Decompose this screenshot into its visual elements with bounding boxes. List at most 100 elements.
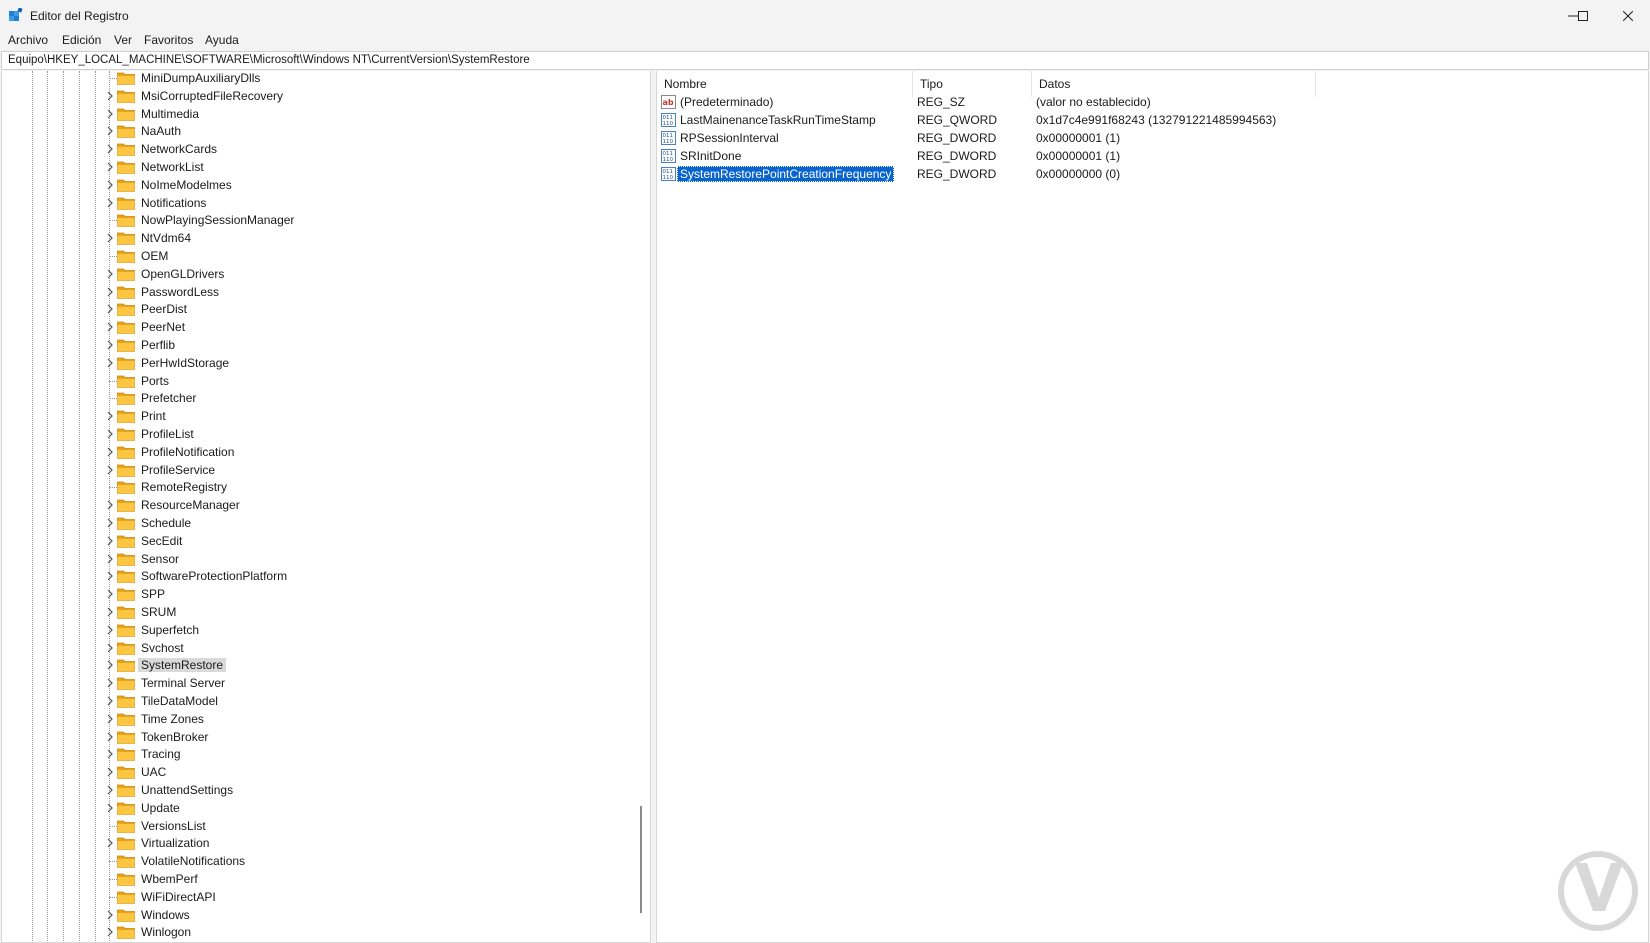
chevron-right-icon[interactable] [106,803,114,813]
tree-item-label[interactable]: WbemPerf [138,872,201,886]
tree-item[interactable]: OpenGLDrivers [2,265,642,283]
tree-item-label[interactable]: Winlogon [138,925,194,939]
chevron-right-icon[interactable] [106,162,114,172]
tree-item[interactable]: OEM [2,247,642,265]
tree-item-label[interactable]: ProfileService [138,463,218,477]
tree-item-label[interactable]: Print [138,409,169,423]
tree-item-label[interactable]: MsiCorruptedFileRecovery [138,89,286,103]
tree-item[interactable]: NetworkList [2,158,642,176]
tree-scrollbar-thumb[interactable] [640,806,642,913]
tree-item[interactable]: Update [2,799,642,817]
tree-item-label[interactable]: Svchost [138,641,187,655]
tree-item-label[interactable]: OpenGLDrivers [138,267,227,281]
tree-item-label[interactable]: Schedule [138,516,194,530]
tree-item-label[interactable]: Terminal Server [138,676,228,690]
chevron-right-icon[interactable] [106,927,114,937]
tree-item[interactable]: Schedule [2,514,642,532]
maximize-button[interactable] [1563,0,1602,31]
tree-item[interactable]: PasswordLess [2,283,642,301]
tree-item-label[interactable]: Notifications [138,196,209,210]
tree-item[interactable]: Perflib [2,336,642,354]
chevron-right-icon[interactable] [106,91,114,101]
tree-item[interactable]: NaAuth [2,122,642,140]
tree-item[interactable]: Ports [2,372,642,390]
tree-item[interactable]: MsiCorruptedFileRecovery [2,87,642,105]
tree-item-label[interactable]: SRUM [138,605,179,619]
tree-item[interactable]: Winlogon [2,923,642,941]
tree-item-label[interactable]: NaAuth [138,124,184,138]
chevron-right-icon[interactable] [106,180,114,190]
tree-item[interactable]: TokenBroker [2,728,642,746]
chevron-right-icon[interactable] [106,678,114,688]
tree-item-label[interactable]: ProfileList [138,427,197,441]
tree-item[interactable]: PeerDist [2,300,642,318]
tree-item[interactable]: Multimedia [2,105,642,123]
value-row[interactable]: 011 110 SRInitDone REG_DWORD 0x00000001 (1) [657,147,1647,166]
chevron-right-icon[interactable] [106,785,114,795]
chevron-right-icon[interactable] [106,571,114,581]
chevron-right-icon[interactable] [106,749,114,759]
tree-item-label[interactable]: Time Zones [138,712,207,726]
chevron-right-icon[interactable] [106,910,114,920]
tree-item-label[interactable]: NtVdm64 [138,231,194,245]
chevron-right-icon[interactable] [106,340,114,350]
chevron-right-icon[interactable] [106,838,114,848]
tree-item-label[interactable]: Update [138,801,183,815]
address-path[interactable]: Equipo\HKEY_LOCAL_MACHINE\SOFTWARE\Micro… [8,54,530,66]
tree-item[interactable]: WiFiDirectAPI [2,888,642,906]
chevron-right-icon[interactable] [106,714,114,724]
tree-item[interactable]: SecEdit [2,532,642,550]
tree-item-label[interactable]: RemoteRegistry [138,480,230,494]
tree-item[interactable]: Windows [2,906,642,924]
tree-item-label[interactable]: PeerNet [138,320,188,334]
tree-item-label[interactable]: ResourceManager [138,498,243,512]
values-pane[interactable]: Nombre Tipo Datos ab (Predeterminado) REG_… [656,71,1649,943]
tree-item[interactable]: TileDataModel [2,692,642,710]
chevron-right-icon[interactable] [106,304,114,314]
menu-edicion[interactable]: Edición [62,33,101,47]
tree-item[interactable]: SRUM [2,603,642,621]
chevron-right-icon[interactable] [106,447,114,457]
tree-item-label[interactable]: Sensor [138,552,182,566]
chevron-right-icon[interactable] [106,607,114,617]
tree-item[interactable]: Notifications [2,194,642,212]
chevron-right-icon[interactable] [106,358,114,368]
chevron-right-icon[interactable] [106,554,114,564]
tree-item-label[interactable]: Windows [138,908,193,922]
tree-item[interactable]: VolatileNotifications [2,852,642,870]
tree-item-label[interactable]: PerHwIdStorage [138,356,232,370]
tree-item[interactable]: PerHwIdStorage [2,354,642,372]
tree-item-label[interactable]: TokenBroker [138,730,211,744]
tree-item[interactable]: NtVdm64 [2,229,642,247]
chevron-right-icon[interactable] [106,500,114,510]
tree-item[interactable]: PeerNet [2,318,642,336]
chevron-right-icon[interactable] [106,465,114,475]
tree-item-label[interactable]: Prefetcher [138,391,199,405]
chevron-right-icon[interactable] [106,109,114,119]
address-bar[interactable]: Equipo\HKEY_LOCAL_MACHINE\SOFTWARE\Micro… [1,51,1649,70]
tree-item[interactable]: ProfileList [2,425,642,443]
tree-item[interactable]: NetworkCards [2,140,642,158]
chevron-right-icon[interactable] [106,518,114,528]
chevron-right-icon[interactable] [106,411,114,421]
tree-item-label[interactable]: SoftwareProtectionPlatform [138,569,290,583]
tree-item-label[interactable]: MiniDumpAuxiliaryDlls [138,71,263,85]
tree-item[interactable]: Time Zones [2,710,642,728]
tree-item[interactable]: WbemPerf [2,870,642,888]
tree-item-label[interactable]: Perflib [138,338,178,352]
tree-item[interactable]: Superfetch [2,621,642,639]
value-name[interactable]: SRInitDone [677,148,744,164]
chevron-right-icon[interactable] [106,126,114,136]
tree-item[interactable]: UAC [2,763,642,781]
tree-item[interactable]: SPP [2,585,642,603]
menu-archivo[interactable]: Archivo [8,33,48,47]
tree-item[interactable]: Svchost [2,639,642,657]
tree-item[interactable]: Sensor [2,550,642,568]
tree-item[interactable]: ProfileService [2,461,642,479]
tree-item-label[interactable]: SecEdit [138,534,185,548]
chevron-right-icon[interactable] [106,696,114,706]
menu-ver[interactable]: Ver [114,33,132,47]
chevron-right-icon[interactable] [106,287,114,297]
tree-item-label[interactable]: WiFiDirectAPI [138,890,219,904]
tree-item-label[interactable]: PasswordLess [138,285,222,299]
